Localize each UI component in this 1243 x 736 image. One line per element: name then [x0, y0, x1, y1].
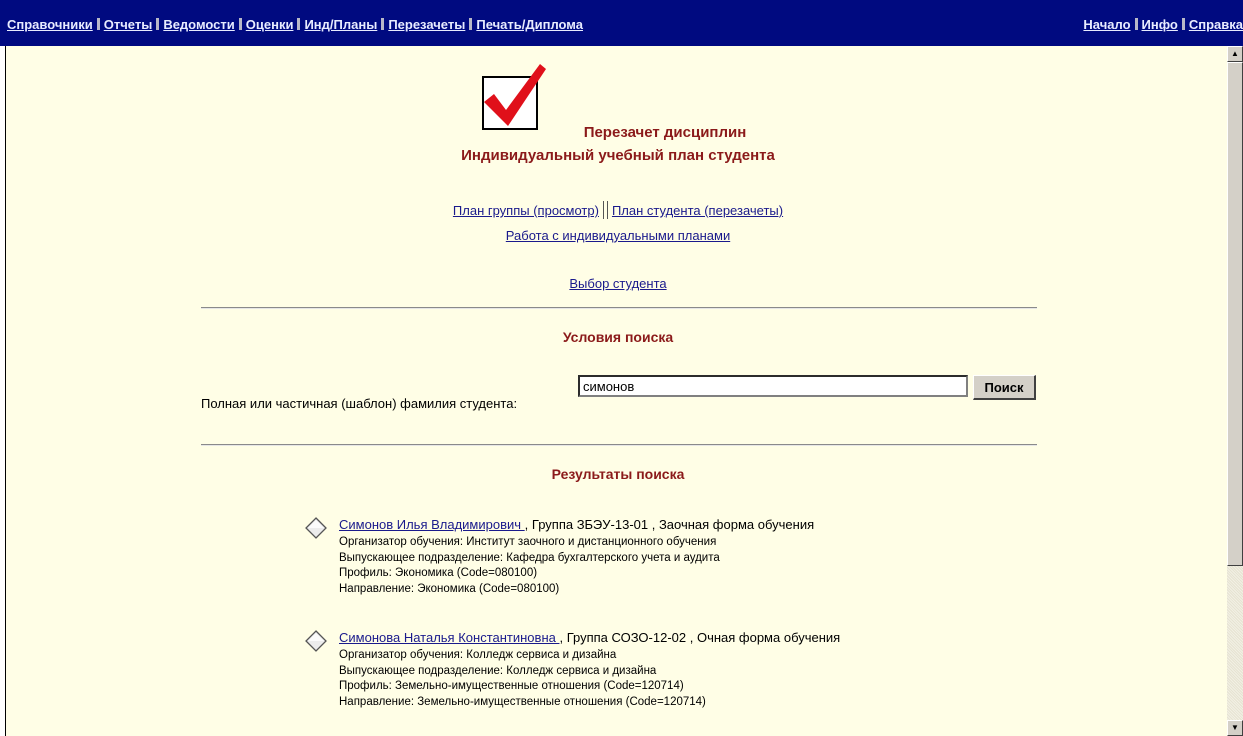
nav-separator — [1181, 18, 1185, 30]
nav-individual-plans[interactable]: Инд/Планы — [304, 17, 377, 32]
nav-statements[interactable]: Ведомости — [163, 17, 234, 32]
page-subtitle: Индивидуальный учебный план студента — [461, 147, 775, 164]
search-label: Полная или частичная (шаблон) фамилия ст… — [201, 396, 518, 411]
result-header: Симонов Илья Владимирович , Группа ЗБЭУ-… — [339, 517, 814, 533]
student-name-link[interactable]: Симонов Илья Владимирович — [339, 517, 525, 532]
group-plan-link[interactable]: План группы (просмотр) — [453, 203, 599, 218]
plan-links: План группы (просмотр) План студента (пер… — [0, 201, 1236, 219]
individual-plans-link[interactable]: Работа с индивидуальными планами — [506, 228, 730, 243]
result-body: Симонова Наталья Константиновна , Группа… — [339, 630, 840, 710]
nav-home[interactable]: Начало — [1083, 17, 1130, 32]
main-menu: Справочники Отчеты Ведомости Оценки Инд/План… — [7, 17, 583, 33]
choose-student-link[interactable]: Выбор студента — [569, 276, 666, 291]
surname-search-input[interactable] — [578, 375, 968, 397]
direction-text: Направление: Земельно-имущественные отно… — [339, 695, 706, 708]
nav-print-diploma[interactable]: Печать/Диплома — [476, 17, 583, 32]
group-info: , Группа ЗБЭУ-13-01 , Заочная форма обуч… — [524, 517, 815, 532]
nav-help[interactable]: Справка — [1189, 17, 1243, 32]
nav-separator — [1134, 18, 1138, 30]
nav-info[interactable]: Инфо — [1142, 17, 1178, 32]
search-section-title: Условия поиска — [562, 329, 674, 345]
individual-plans-row: Работа с индивидуальными планами — [0, 228, 1236, 244]
nav-credit-transfers[interactable]: Перезачеты — [388, 17, 465, 32]
organizer-text: Организатор обучения: Институт заочного … — [339, 536, 717, 548]
nav-reports[interactable]: Отчеты — [104, 17, 153, 32]
group-info: , Группа СОЗО-12-02 , Очная форма обучен… — [559, 630, 841, 645]
student-name-link[interactable]: Симонова Наталья Константиновна — [339, 630, 559, 645]
department-text: Выпускающее подразделение: Кафедра бухга… — [339, 551, 720, 564]
secondary-menu: Начало Инфо Справка — [1083, 17, 1243, 33]
organizer-text: Организатор обучения: Колледж сервиса и … — [339, 649, 617, 661]
page-title: Перезачет дисциплин — [583, 124, 747, 141]
results-section-title: Результаты поиска — [551, 466, 685, 482]
diamond-icon — [305, 630, 327, 652]
profile-text: Профиль: Экономика (Code=080100) — [339, 567, 538, 579]
search-button[interactable]: Поиск — [973, 375, 1036, 400]
scroll-down-button[interactable]: ▼ — [1227, 720, 1243, 736]
direction-text: Направление: Экономика (Code=080100) — [339, 582, 560, 595]
profile-text: Профиль: Земельно-имущественные отношени… — [339, 680, 684, 692]
divider — [201, 307, 1037, 309]
top-nav-bar: Справочники Отчеты Ведомости Оценки Инд/План… — [0, 0, 1243, 46]
nav-references[interactable]: Справочники — [7, 17, 93, 32]
nav-separator — [238, 18, 242, 30]
divider — [201, 444, 1037, 446]
result-body: Симонов Илья Владимирович , Группа ЗБЭУ-… — [339, 517, 814, 597]
nav-separator — [469, 18, 473, 30]
link-separator — [602, 201, 608, 219]
choose-student-row: Выбор студента — [0, 276, 1236, 292]
student-plan-link[interactable]: План студента (перезачеты) — [612, 203, 783, 218]
result-header: Симонова Наталья Константиновна , Группа… — [339, 630, 840, 646]
nav-grades[interactable]: Оценки — [246, 17, 294, 32]
nav-separator — [96, 18, 100, 30]
nav-separator — [156, 18, 160, 30]
diamond-icon — [305, 517, 327, 539]
nav-separator — [381, 18, 385, 30]
department-text: Выпускающее подразделение: Колледж серви… — [339, 664, 657, 677]
nav-separator — [297, 18, 301, 30]
scroll-up-button[interactable]: ▲ — [1227, 46, 1243, 62]
